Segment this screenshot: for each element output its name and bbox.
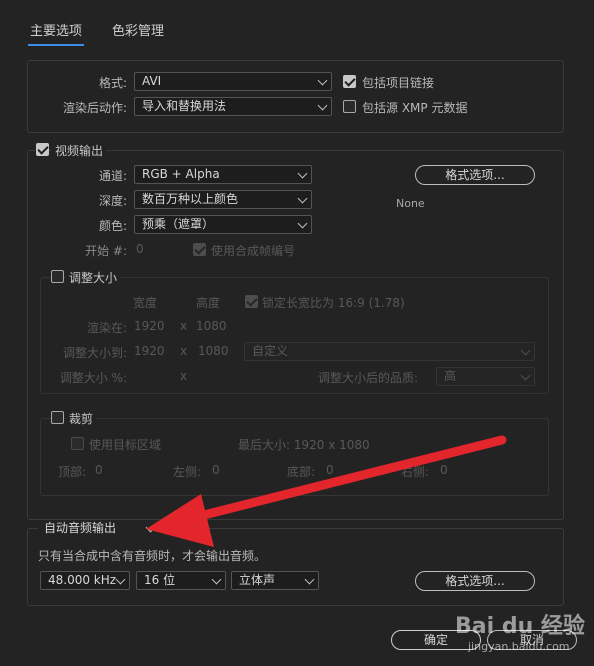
resize-quality-label: 调整大小后的品质: [318, 371, 419, 385]
format-label: 格式: [98, 76, 127, 90]
channel-select-value: RGB + Alpha [142, 167, 220, 181]
final-size-text: 最后大小: 1920 x 1080 [238, 438, 370, 452]
audio-mode-select[interactable]: 自动音频输出 [38, 520, 156, 539]
audio-note: 只有当合成中含有音频时，才会输出音频。 [38, 549, 267, 563]
format-select[interactable]: AVI [134, 72, 332, 91]
crop-right-value[interactable]: 0 [440, 463, 448, 477]
render-at-width: 1920 [134, 319, 165, 333]
resize-percent-label: 调整大小 %: [59, 371, 127, 385]
post-render-select[interactable]: 导入和替换用法 [134, 97, 332, 116]
resize-preset-value: 自定义 [252, 344, 289, 358]
chevron-down-icon [297, 168, 308, 179]
depth-select-value: 数百万种以上颜色 [142, 192, 239, 206]
format-select-value: AVI [142, 74, 162, 88]
chevron-down-icon [520, 370, 531, 381]
codec-text: None [396, 197, 425, 210]
use-comp-frame-label: 使用合成帧编号 [211, 244, 296, 258]
audio-channels-select[interactable]: 立体声 [231, 571, 319, 590]
include-project-link-label: 包括项目链接 [362, 76, 435, 90]
depth-select[interactable]: 数百万种以上颜色 [134, 190, 312, 209]
include-xmp-label: 包括源 XMP 元数据 [362, 101, 468, 115]
crop-left-value[interactable]: 0 [212, 463, 220, 477]
lock-aspect-checkbox[interactable] [245, 295, 258, 308]
resize-to-width[interactable]: 1920 [134, 344, 165, 358]
audio-bits-select[interactable]: 16 位 [136, 571, 226, 590]
audio-rate-value: 48.000 kHz [48, 573, 117, 587]
times-sign: x [180, 344, 188, 358]
chevron-down-icon [304, 574, 315, 585]
depth-label: 深度: [98, 194, 127, 208]
times-sign: x [180, 319, 188, 333]
chevron-down-icon [317, 75, 328, 86]
audio-mode-value: 自动音频输出 [44, 521, 117, 535]
crop-bottom-value[interactable]: 0 [326, 463, 334, 477]
tab-main-options[interactable]: 主要选项 [27, 20, 85, 46]
crop-checkbox[interactable] [51, 411, 64, 424]
audio-bits-value: 16 位 [144, 573, 176, 587]
color-select-value: 预乘（遮罩） [142, 217, 215, 231]
chevron-down-icon [211, 574, 222, 585]
resize-to-height[interactable]: 1080 [198, 344, 229, 358]
audio-channels-value: 立体声 [239, 573, 276, 587]
audio-rate-select[interactable]: 48.000 kHz [40, 571, 130, 590]
use-roi-checkbox[interactable] [71, 437, 84, 450]
use-roi-label: 使用目标区域 [89, 438, 162, 452]
crop-left-label: 左侧: [173, 465, 202, 479]
resize-preset-select[interactable]: 自定义 [244, 342, 535, 361]
video-output-title: 视频输出 [52, 142, 107, 159]
resize-checkbox[interactable] [51, 270, 64, 283]
height-header: 高度 [196, 296, 221, 310]
render-at-label: 渲染在: [86, 321, 127, 335]
crop-title: 裁剪 [66, 410, 97, 427]
channel-label: 通道: [98, 169, 127, 183]
video-output-checkbox[interactable] [36, 143, 49, 156]
start-frame-label: 开始 #: [85, 244, 127, 258]
color-label: 颜色: [98, 219, 127, 233]
chevron-down-icon [297, 218, 308, 229]
tab-color-management[interactable]: 色彩管理 [112, 20, 164, 39]
chevron-down-icon [115, 574, 126, 585]
crop-top-value[interactable]: 0 [95, 463, 103, 477]
include-xmp-checkbox[interactable] [343, 100, 356, 113]
color-select[interactable]: 预乘（遮罩） [134, 215, 312, 234]
chevron-down-icon [317, 100, 328, 111]
resize-quality-select[interactable]: 高 [436, 367, 535, 386]
crop-bottom-label: 底部: [287, 465, 316, 479]
crop-right-label: 右侧: [401, 465, 430, 479]
chevron-down-icon [297, 193, 308, 204]
crop-group [40, 418, 549, 496]
include-project-link-checkbox[interactable] [343, 75, 356, 88]
resize-to-label: 调整大小到: [62, 346, 127, 360]
render-at-height: 1080 [196, 319, 227, 333]
audio-format-options-button[interactable]: 格式选项... [415, 571, 535, 591]
channel-select[interactable]: RGB + Alpha [134, 165, 312, 184]
use-comp-frame-checkbox[interactable] [193, 243, 206, 256]
resize-title: 调整大小 [66, 269, 121, 286]
resize-quality-value: 高 [444, 369, 457, 383]
lock-aspect-label: 锁定长宽比为 16:9 (1.78) [262, 296, 405, 310]
post-render-label: 渲染后动作: [62, 101, 127, 115]
width-header: 宽度 [133, 296, 158, 310]
times-sign: x [180, 369, 188, 383]
start-frame-value[interactable]: 0 [136, 242, 144, 256]
crop-top-label: 顶部: [58, 465, 87, 479]
video-format-options-button[interactable]: 格式选项... [415, 165, 535, 185]
audio-output-group [27, 528, 564, 606]
watermark-url: jingyan.baidu.com [468, 640, 570, 653]
watermark-brand: Bai du 经验 [455, 614, 585, 639]
chevron-down-icon [145, 522, 156, 533]
chevron-down-icon [520, 345, 531, 356]
post-render-select-value: 导入和替换用法 [142, 99, 227, 113]
